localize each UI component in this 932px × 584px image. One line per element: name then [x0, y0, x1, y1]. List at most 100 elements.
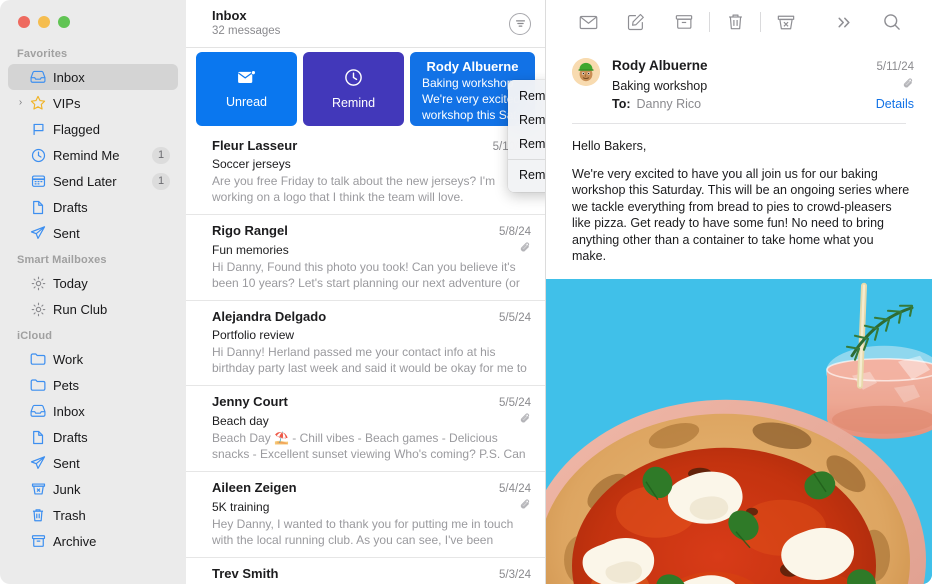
menu-item-remind-in-1-hour[interactable]: Remind Me in 1 Hour: [508, 84, 545, 108]
more-chevrons-icon[interactable]: [820, 7, 868, 37]
table-row[interactable]: Alejandra Delgado 5/5/24 Portfolio revie…: [186, 301, 545, 386]
message-body: Hello Bakers, We're very excited to have…: [546, 124, 932, 279]
attachment-paperclip-icon: [520, 498, 531, 516]
swipe-unread-button[interactable]: Unread: [196, 52, 297, 126]
sidebar-item-label: Inbox: [53, 69, 85, 85]
search-icon[interactable]: [868, 7, 916, 37]
remind-me-context-menu: Remind Me in 1 Hour Remind Me Tonight Re…: [508, 80, 545, 192]
minimize-button[interactable]: [38, 16, 50, 28]
filter-icon[interactable]: [509, 12, 531, 35]
header-subject-line: Baking workshop: [612, 77, 914, 95]
to-recipient: Danny Rico: [636, 97, 702, 111]
sidebar-item-sent[interactable]: Sent: [8, 220, 178, 246]
archive-icon[interactable]: [660, 7, 708, 37]
sidebar-item-send-later[interactable]: Send Later 1: [8, 168, 178, 194]
table-row[interactable]: Trev Smith 5/3/24 Illustration reference…: [186, 558, 545, 584]
toolbar-divider: [760, 12, 761, 32]
message-date: 5/8/24: [499, 226, 531, 238]
swipe-remind-button[interactable]: Remind: [303, 52, 404, 126]
sidebar-item-label: Run Club: [53, 301, 108, 317]
message-subject: Soccer jerseys: [212, 157, 291, 171]
sidebar-item-archive[interactable]: Archive: [8, 528, 178, 554]
message-preview: Beach Day ⛱️ - Chill vibes - Beach games…: [212, 431, 526, 461]
sidebar-item-trash[interactable]: Trash: [8, 502, 178, 528]
sidebar-item-label: Drafts: [53, 199, 88, 215]
sidebar: Favorites Inbox › VIPs Flagged Remind Me…: [0, 0, 186, 584]
sidebar-item-label: Sent: [53, 225, 80, 241]
message-sender: Rigo Rangel: [212, 223, 288, 238]
mark-unread-icon[interactable]: [564, 7, 612, 37]
mail-window: Favorites Inbox › VIPs Flagged Remind Me…: [0, 0, 932, 584]
table-row[interactable]: Jenny Court 5/5/24 Beach day Beach Day ⛱…: [186, 386, 545, 472]
sidebar-item-icloud-inbox[interactable]: Inbox: [8, 398, 178, 424]
chevron-right-icon[interactable]: ›: [14, 98, 27, 108]
trash-icon[interactable]: [711, 7, 759, 37]
sidebar-item-icloud-sent[interactable]: Sent: [8, 450, 178, 476]
traffic-lights: [0, 0, 186, 44]
message-subject: Portfolio review: [212, 328, 295, 342]
message-subject: Baking workshop: [612, 79, 708, 93]
sidebar-item-junk[interactable]: Junk: [8, 476, 178, 502]
margherita-pizza-photo[interactable]: [546, 278, 932, 584]
details-link[interactable]: Details: [876, 95, 914, 113]
row-top: Jenny Court 5/5/24: [212, 393, 531, 412]
archive-icon: [27, 534, 49, 548]
menu-item-remind-tonight[interactable]: Remind Me Tonight: [508, 108, 545, 132]
message-subject: Fun memories: [212, 242, 289, 257]
sidebar-item-run-club[interactable]: Run Club: [8, 296, 178, 322]
attachment-paperclip-icon: [520, 412, 531, 430]
row-mid: 5K training: [212, 498, 531, 516]
menu-item-remind-tomorrow[interactable]: Remind Me Tomorrow: [508, 132, 545, 156]
sidebar-item-icloud-drafts[interactable]: Drafts: [8, 424, 178, 450]
sidebar-item-remind-me[interactable]: Remind Me 1: [8, 142, 178, 168]
compose-icon[interactable]: [612, 7, 660, 37]
junk-icon[interactable]: [762, 7, 810, 37]
message-list-scroll[interactable]: Unread Remind Rody Albuerne Baking works…: [186, 48, 545, 584]
message-date: 5/5/24: [499, 397, 531, 409]
message-sender: Fleur Lasseur: [212, 138, 298, 153]
table-row[interactable]: Fleur Lasseur 5/10/24 Soccer jerseys Are…: [186, 130, 545, 215]
table-row[interactable]: Aileen Zeigen 5/4/24 5K training Hey Dan…: [186, 472, 545, 558]
sidebar-item-pets[interactable]: Pets: [8, 372, 178, 398]
menu-item-remind-later[interactable]: Remind Me Later…: [508, 163, 545, 187]
sidebar-item-label: Junk: [53, 481, 81, 497]
menu-separator: [508, 159, 545, 160]
sidebar-item-inbox[interactable]: Inbox: [8, 64, 178, 90]
sidebar-item-today[interactable]: Today: [8, 270, 178, 296]
document-icon: [27, 430, 49, 445]
message-preview: Hi Danny, Found this photo you took! Can…: [212, 260, 520, 290]
attachment-paperclip-icon[interactable]: [903, 77, 914, 95]
message-count: 32 messages: [212, 25, 281, 37]
close-button[interactable]: [18, 16, 30, 28]
page-title: Inbox: [212, 8, 247, 23]
message-preview: Hi Danny! Herland passed me your contact…: [212, 345, 527, 375]
sidebar-item-work[interactable]: Work: [8, 346, 178, 372]
sidebar-item-label: Flagged: [53, 121, 100, 137]
sidebar-item-drafts[interactable]: Drafts: [8, 194, 178, 220]
message-list-header: Inbox 32 messages: [186, 0, 545, 48]
toolbar-divider: [709, 12, 710, 32]
message-sender: Aileen Zeigen: [212, 480, 297, 495]
junk-icon: [27, 482, 49, 496]
sidebar-item-label: Work: [53, 351, 84, 367]
swipe-remind-label: Remind: [331, 96, 376, 110]
star-icon: [27, 95, 49, 111]
row-top: Aileen Zeigen 5/4/24: [212, 479, 531, 498]
gear-icon: [27, 276, 49, 291]
avatar[interactable]: [572, 58, 600, 86]
zoom-button[interactable]: [58, 16, 70, 28]
message-date: 5/4/24: [499, 483, 531, 495]
clock-icon: [27, 148, 49, 163]
header-from-line: Rody Albuerne 5/11/24: [612, 56, 914, 77]
sidebar-item-vips[interactable]: › VIPs: [8, 90, 178, 116]
table-row[interactable]: Rigo Rangel 5/8/24 Fun memories Hi Danny…: [186, 215, 545, 301]
sidebar-item-label: Archive: [53, 533, 97, 549]
message-header-fields: Rody Albuerne 5/11/24 Baking workshop To…: [612, 56, 914, 113]
paper-plane-icon: [27, 225, 49, 241]
sidebar-section-smart-mailboxes: Smart Mailboxes: [17, 254, 107, 266]
message-date: 5/5/24: [499, 312, 531, 324]
row-mid: Fun memories: [212, 241, 531, 259]
sidebar-item-flagged[interactable]: Flagged: [8, 116, 178, 142]
row-mid: Portfolio review: [212, 327, 531, 344]
reading-toolbar: [546, 0, 932, 44]
